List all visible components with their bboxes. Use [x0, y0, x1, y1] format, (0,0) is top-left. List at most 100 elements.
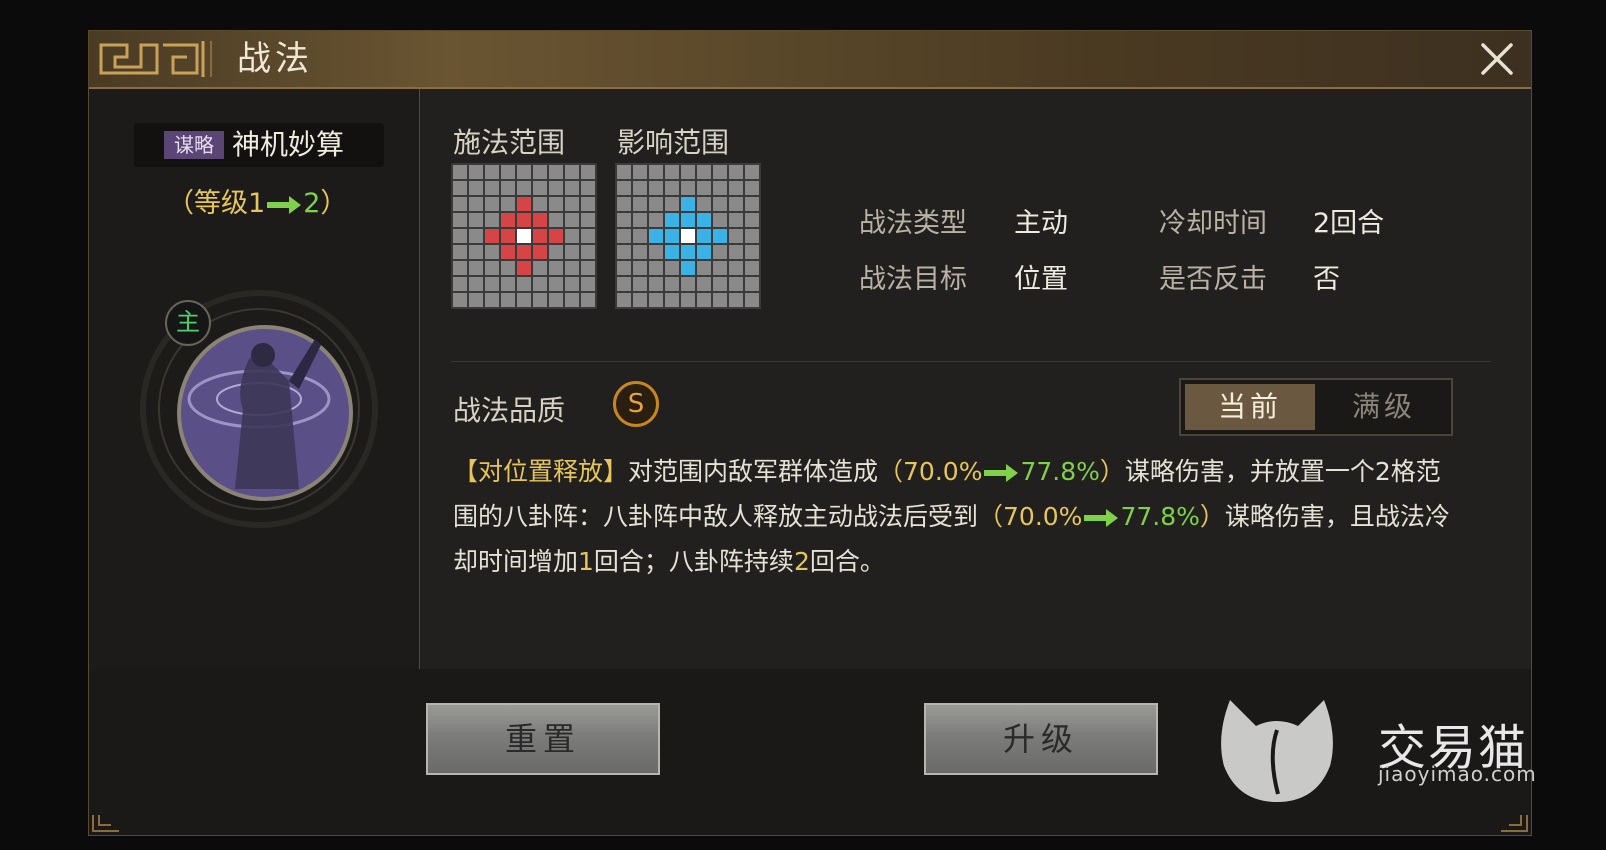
grid-cell — [517, 197, 531, 211]
skill-name: 神机妙算 — [232, 128, 345, 161]
grid-cell — [565, 197, 579, 211]
skill-target-label: 战法目标 — [859, 264, 967, 295]
grid-cell — [713, 213, 727, 227]
grid-cell — [581, 213, 595, 227]
skill-quality-grade: S — [613, 381, 659, 427]
grid-cell — [697, 165, 711, 179]
grid-cell — [501, 245, 515, 259]
cooldown-value: 2回合 — [1313, 208, 1385, 239]
grid-cell — [453, 181, 467, 195]
grid-cell — [745, 197, 759, 211]
grid-cell — [581, 277, 595, 291]
grid-cell — [665, 261, 679, 275]
counterattack-label: 是否反击 — [1159, 264, 1267, 295]
grid-cell — [565, 213, 579, 227]
grid-cell — [549, 165, 563, 179]
grid-cell — [649, 229, 663, 243]
dialog-title: 战法 — [237, 39, 313, 79]
tab-max-level[interactable]: 满级 — [1319, 384, 1449, 430]
grid-cell — [713, 197, 727, 211]
grid-cell — [633, 229, 647, 243]
grid-cell — [697, 293, 711, 307]
grid-cell — [565, 277, 579, 291]
desc-number-2: 2 — [793, 547, 810, 576]
grid-cell — [649, 181, 663, 195]
grid-cell — [665, 213, 679, 227]
skill-detail-panel: 施法范围 影响范围 战法类型 主动 冷却时间 2回合 战法目标 位置 是否反击 … — [421, 89, 1531, 669]
grid-cell — [549, 213, 563, 227]
grid-cell — [697, 261, 711, 275]
grid-cell — [617, 181, 631, 195]
grid-cell — [565, 165, 579, 179]
desc-tag: 【对位置释放】 — [453, 457, 629, 486]
grid-cell — [549, 293, 563, 307]
grid-cell — [533, 213, 547, 227]
grid-cell — [485, 293, 499, 307]
grid-cell — [501, 197, 515, 211]
grid-cell — [633, 245, 647, 259]
grid-cell — [713, 229, 727, 243]
grid-cell — [633, 165, 647, 179]
desc-part-5: 回合。 — [809, 547, 885, 576]
level-from-text: （等级1 — [167, 188, 266, 219]
grid-cell — [517, 181, 531, 195]
grid-cell — [549, 277, 563, 291]
grid-cell — [681, 181, 695, 195]
grid-cell — [697, 181, 711, 195]
cast-range-label: 施法范围 — [453, 126, 566, 159]
grid-cell — [617, 277, 631, 291]
grid-cell — [533, 229, 547, 243]
desc-part-1: 对范围内敌军群体造成 — [628, 457, 879, 486]
effect-range-grid — [615, 163, 761, 309]
desc-value-1-open: （70.0% — [878, 457, 983, 486]
grid-cell — [681, 165, 695, 179]
grid-cell — [533, 261, 547, 275]
grid-cell — [533, 197, 547, 211]
grid-cell — [533, 181, 547, 195]
upgrade-button[interactable]: 升级 — [924, 703, 1158, 775]
grid-cell — [665, 165, 679, 179]
grid-cell — [469, 245, 483, 259]
level-suffix-text: ） — [320, 188, 348, 219]
grid-cell — [729, 277, 743, 291]
grid-cell — [469, 165, 483, 179]
grid-cell — [713, 181, 727, 195]
desc-part-4: 回合；八卦阵持续 — [593, 547, 794, 576]
grid-cell — [617, 245, 631, 259]
grid-cell — [565, 181, 579, 195]
grid-cell — [469, 261, 483, 275]
grid-cell — [697, 229, 711, 243]
grid-cell — [549, 197, 563, 211]
skill-type-value: 主动 — [1014, 208, 1068, 239]
grid-cell — [745, 293, 759, 307]
desc-number-1: 1 — [578, 547, 594, 576]
grid-cell — [745, 245, 759, 259]
grid-cell — [681, 213, 695, 227]
grid-cell — [649, 197, 663, 211]
grid-cell — [501, 165, 515, 179]
desc-value-2-close: ） — [1199, 502, 1225, 531]
skill-name-box: 谋略 神机妙算 — [134, 123, 384, 167]
grid-cell — [565, 229, 579, 243]
reset-button[interactable]: 重置 — [426, 703, 660, 775]
skill-quality-label: 战法品质 — [453, 394, 566, 427]
active-skill-badge: 主 — [165, 300, 211, 346]
grid-cell — [729, 213, 743, 227]
grid-cell — [617, 213, 631, 227]
grid-cell — [665, 181, 679, 195]
grid-cell — [697, 245, 711, 259]
tab-current[interactable]: 当前 — [1185, 384, 1315, 430]
grid-cell — [581, 181, 595, 195]
grid-cell — [485, 229, 499, 243]
close-icon[interactable] — [1477, 39, 1517, 79]
grid-cell — [745, 181, 759, 195]
cooldown-label: 冷却时间 — [1159, 208, 1267, 239]
desc-value-2-new: 77.8% — [1120, 502, 1200, 531]
effect-range-label: 影响范围 — [617, 126, 730, 159]
grid-cell — [617, 165, 631, 179]
level-view-toggle: 当前 满级 — [1179, 378, 1453, 436]
grid-cell — [565, 245, 579, 259]
grid-cell — [745, 261, 759, 275]
grid-cell — [633, 277, 647, 291]
grid-cell — [485, 197, 499, 211]
